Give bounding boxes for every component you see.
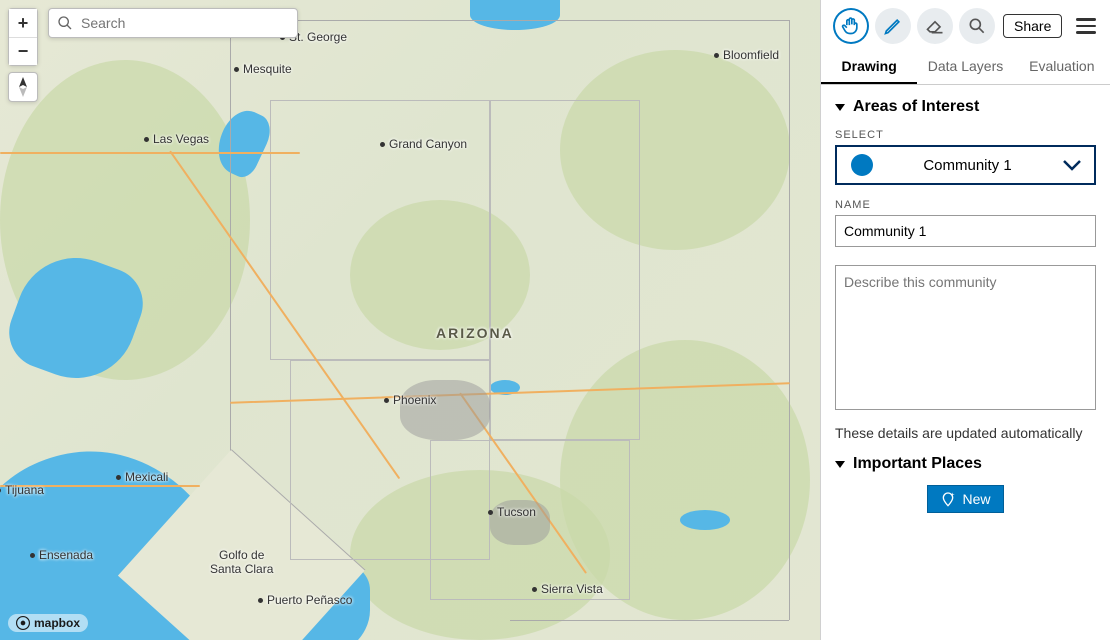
city-las-vegas: Las Vegas — [154, 132, 209, 146]
community-color-swatch — [851, 154, 873, 176]
zoom-out-button[interactable]: − — [9, 37, 37, 65]
city-tijuana: Tijuana — [6, 483, 44, 497]
tab-data-layers[interactable]: Data Layers — [917, 50, 1013, 84]
erase-tool-button[interactable] — [917, 8, 953, 44]
community-description-textarea[interactable] — [835, 265, 1096, 410]
community-select[interactable]: Community 1 — [835, 145, 1096, 185]
important-places-header[interactable]: Important Places — [835, 449, 1096, 479]
panel-tabs: Drawing Data Layers Evaluation — [821, 50, 1110, 85]
search-input[interactable] — [81, 15, 289, 31]
chevron-down-icon — [1062, 159, 1082, 171]
tab-evaluation[interactable]: Evaluation — [1014, 50, 1110, 84]
map-attribution: mapbox — [8, 614, 88, 632]
hamburger-icon — [1076, 18, 1096, 21]
city-bloomfield: Bloomfield — [724, 48, 779, 62]
auto-update-hint: These details are updated automatically — [835, 415, 1096, 445]
hamburger-menu-button[interactable] — [1074, 16, 1098, 36]
tab-drawing[interactable]: Drawing — [821, 50, 917, 84]
new-place-button[interactable]: + New — [927, 485, 1003, 513]
areas-of-interest-header[interactable]: Areas of Interest — [835, 91, 1096, 123]
pan-tool-button[interactable] — [833, 8, 869, 44]
compass-icon — [16, 77, 30, 97]
map-canvas[interactable]: ARIZONA Las Vegas St. George Mesquite Gr… — [0, 0, 820, 640]
city-st-george: St. George — [290, 30, 347, 44]
city-ensenada: Ensenada — [40, 548, 93, 562]
city-grand-canyon: Grand Canyon — [390, 137, 467, 151]
compass-button[interactable] — [8, 72, 38, 102]
mapbox-logo-icon — [16, 616, 30, 630]
side-panel: Share Drawing Data Layers Evaluation Are… — [820, 0, 1110, 640]
caret-down-icon — [835, 459, 845, 469]
pin-plus-icon: + — [940, 491, 956, 507]
share-button[interactable]: Share — [1003, 14, 1062, 38]
name-label: NAME — [835, 199, 1096, 211]
inspect-tool-button[interactable] — [959, 8, 995, 44]
search-icon — [57, 15, 73, 31]
community-select-value: Community 1 — [885, 157, 1080, 174]
section-title: Important Places — [853, 455, 982, 473]
pencil-icon — [883, 16, 903, 36]
draw-tool-button[interactable] — [875, 8, 911, 44]
svg-text:+: + — [951, 491, 955, 498]
eraser-icon — [925, 16, 945, 36]
city-puerto-penasco: Puerto Peñasco — [268, 593, 352, 607]
search-box[interactable] — [48, 8, 298, 38]
community-name-input[interactable] — [835, 215, 1096, 247]
city-golfo: Golfo de Santa Clara — [210, 548, 273, 576]
zoom-control: + − — [8, 8, 38, 66]
select-label: SELECT — [835, 129, 1096, 141]
region-label: ARIZONA — [436, 325, 514, 341]
city-tucson: Tucson — [498, 505, 536, 519]
zoom-in-button[interactable]: + — [9, 9, 37, 37]
city-mesquite: Mesquite — [244, 62, 292, 76]
hand-icon — [841, 16, 861, 36]
city-phoenix: Phoenix — [394, 393, 436, 407]
magnifier-icon — [967, 16, 987, 36]
caret-down-icon — [835, 102, 845, 112]
city-sierra-vista: Sierra Vista — [542, 582, 603, 596]
city-mexicali: Mexicali — [126, 470, 168, 484]
section-title: Areas of Interest — [853, 98, 979, 116]
